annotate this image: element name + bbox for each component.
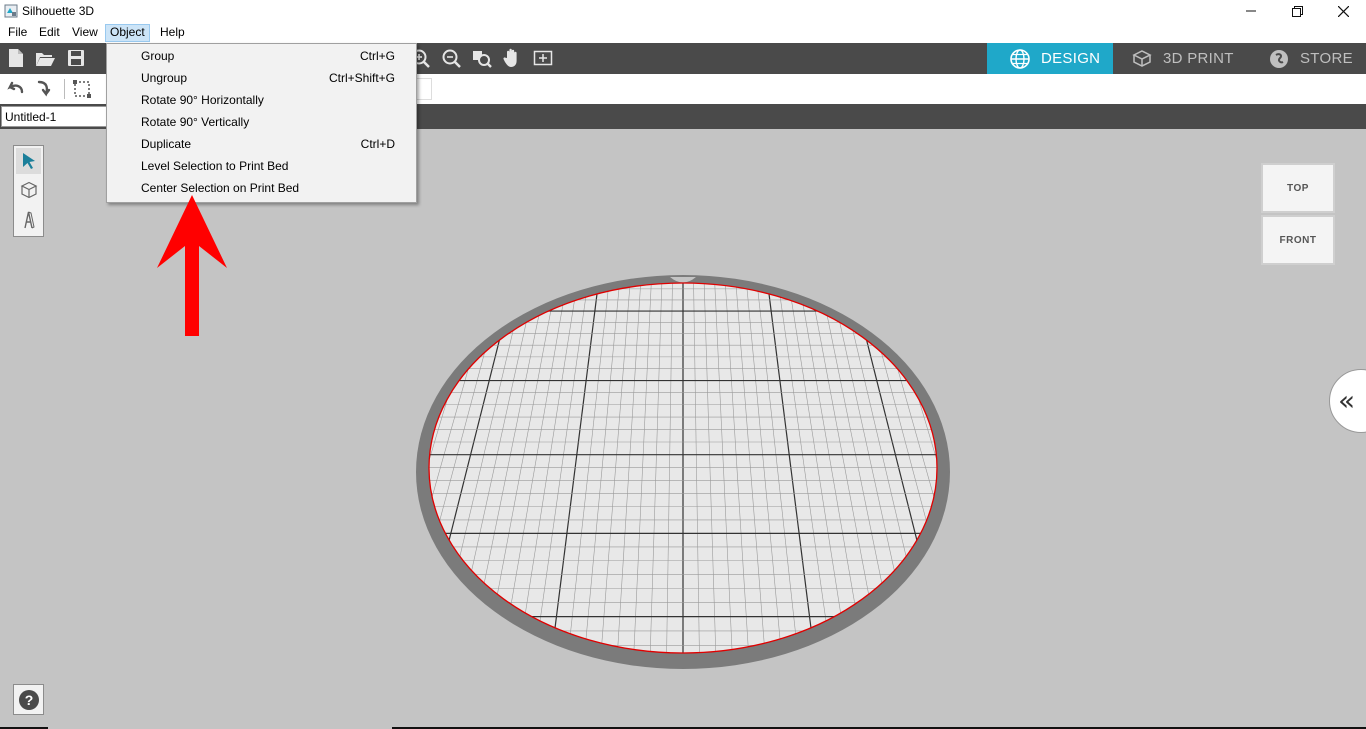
- menu-item-group[interactable]: Group Ctrl+G: [109, 45, 414, 67]
- document-tab[interactable]: Untitled-1: [1, 106, 109, 127]
- title-bar: Silhouette 3D: [0, 0, 1366, 22]
- new-file-icon[interactable]: [5, 47, 27, 69]
- menu-item-shortcut: Ctrl+G: [359, 49, 395, 63]
- menu-item-rotate-horizontal[interactable]: Rotate 90° Horizontally: [109, 89, 414, 111]
- tab-3d-print-label: 3D PRINT: [1163, 50, 1234, 67]
- help-icon: ?: [18, 689, 39, 710]
- select-box-icon[interactable]: [71, 78, 93, 100]
- menu-help[interactable]: Help: [156, 24, 189, 42]
- save-icon[interactable]: [65, 47, 87, 69]
- tool-palette: [13, 145, 44, 237]
- pan-hand-icon[interactable]: [501, 47, 523, 69]
- tab-3d-print[interactable]: 3D PRINT: [1113, 43, 1246, 74]
- menu-item-label: Level Selection to Print Bed: [141, 159, 289, 173]
- fit-page-icon[interactable]: [532, 47, 554, 69]
- select-tool-button[interactable]: [16, 148, 41, 174]
- menu-item-duplicate[interactable]: Duplicate Ctrl+D: [109, 133, 414, 155]
- menu-item-label: Ungroup: [141, 71, 188, 85]
- restore-icon: [1291, 5, 1303, 17]
- restore-button[interactable]: [1274, 0, 1320, 22]
- menu-item-shortcut: Ctrl+D: [360, 137, 395, 151]
- undo-icon[interactable]: [4, 78, 26, 100]
- app-logo-icon: [4, 4, 18, 18]
- view-cube-top[interactable]: TOP: [1261, 163, 1335, 213]
- menu-item-label: Duplicate: [141, 137, 192, 151]
- shape-cube-icon: [20, 181, 37, 199]
- menu-item-level-selection[interactable]: Level Selection to Print Bed: [109, 155, 414, 177]
- menu-bar: File Edit View Object Help: [0, 22, 1366, 43]
- zoom-fit-icon[interactable]: [471, 47, 493, 69]
- zoom-out-icon[interactable]: [440, 47, 462, 69]
- menu-edit[interactable]: Edit: [35, 24, 64, 42]
- app-window: Silhouette 3D File Edit View Object Help: [0, 0, 1366, 729]
- cube-print-icon: [1132, 49, 1152, 67]
- menu-item-rotate-vertical[interactable]: Rotate 90° Vertically: [109, 111, 414, 133]
- view-cube-front[interactable]: FRONT: [1261, 215, 1335, 265]
- tab-design[interactable]: DESIGN: [987, 43, 1113, 74]
- menu-object[interactable]: Object: [105, 24, 150, 42]
- menu-item-shortcut: Ctrl+Shift+G: [328, 71, 395, 85]
- menu-file[interactable]: File: [4, 24, 31, 42]
- tab-store[interactable]: STORE: [1246, 43, 1366, 74]
- menu-item-label: Rotate 90° Horizontally: [141, 93, 264, 107]
- menu-view[interactable]: View: [68, 24, 102, 42]
- minimize-icon: [1246, 10, 1256, 12]
- redo-icon[interactable]: [34, 78, 56, 100]
- close-window-button[interactable]: [1320, 0, 1366, 22]
- select-arrow-icon: [22, 153, 35, 169]
- menu-item-ungroup[interactable]: Ungroup Ctrl+Shift+G: [109, 67, 414, 89]
- store-icon: [1270, 49, 1288, 68]
- tab-store-label: STORE: [1300, 50, 1353, 67]
- open-folder-icon[interactable]: [34, 47, 56, 69]
- menu-item-label: Rotate 90° Vertically: [141, 115, 250, 129]
- annotation-arrow-icon: [157, 195, 227, 336]
- view-cube[interactable]: TOP FRONT: [1261, 163, 1335, 266]
- menu-item-label: Group: [141, 49, 175, 63]
- toolbar-divider: [64, 79, 65, 99]
- minimize-button[interactable]: [1228, 0, 1274, 22]
- help-glyph: ?: [24, 692, 33, 708]
- globe-icon: [1010, 48, 1030, 69]
- document-tab-label: Untitled-1: [5, 110, 57, 124]
- text-tool-button[interactable]: [16, 207, 41, 233]
- text-icon: [23, 211, 35, 229]
- tab-design-label: DESIGN: [1041, 50, 1101, 67]
- double-chevron-left-icon: «: [1338, 384, 1356, 417]
- shape-tool-button[interactable]: [16, 177, 41, 203]
- window-title: Silhouette 3D: [22, 4, 95, 18]
- close-icon: [1337, 5, 1349, 17]
- help-button[interactable]: ?: [13, 684, 44, 715]
- object-menu-dropdown: Group Ctrl+G Ungroup Ctrl+Shift+G Rotate…: [106, 43, 417, 203]
